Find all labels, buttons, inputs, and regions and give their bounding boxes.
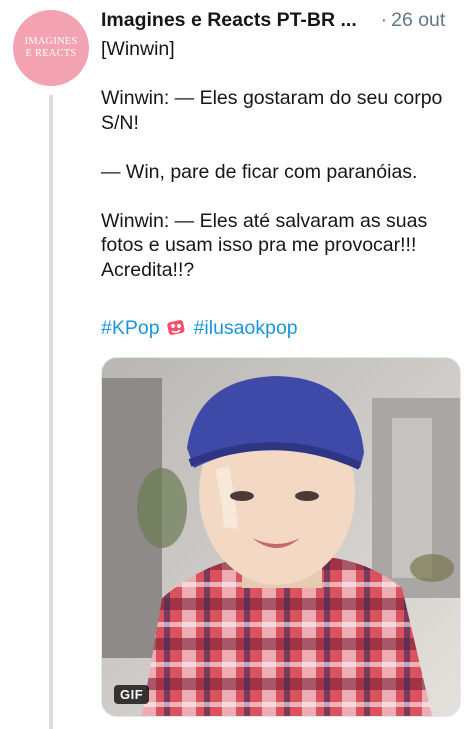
tweet-date[interactable]: 26 out (391, 9, 445, 32)
tweet-line: fotos e usam isso pra me provocar!!! (101, 234, 417, 256)
tweet-line: — Win, pare de ficar com paranóias. (101, 160, 418, 183)
hashtag-row: #KPop #ilusaokpop (101, 316, 298, 340)
tweet-text: [Winwin] Winwin: — Eles gostaram do seu … (101, 37, 469, 282)
author-name[interactable]: Imagines e Reacts PT-BR ... (101, 9, 357, 32)
avatar-text-line1: IMAGINES (24, 36, 78, 47)
thread-line (49, 95, 53, 729)
date-separator: · (380, 10, 388, 31)
tweet-page: IMAGINES E REACTS Imagines e Reacts PT-B… (0, 0, 474, 729)
avatar-text-line2: E REACTS (25, 48, 77, 59)
kpop-hashflag-icon (166, 320, 185, 335)
tweet-line: Winwin: — Eles gostaram do seu corpo (101, 87, 443, 109)
gif-badge: GIF (114, 685, 150, 704)
tweet-header: Imagines e Reacts PT-BR ... · 26 out (101, 9, 471, 31)
tweet-line: Winwin: — Eles até salvaram as suas (101, 209, 428, 232)
gif-media[interactable]: GIF (101, 357, 461, 717)
hashtag-kpop[interactable]: #KPop (101, 316, 160, 340)
tweet-line: Acredita!!? (101, 258, 195, 281)
hashtag-ilusaokpop[interactable]: #ilusaokpop (194, 316, 298, 340)
tweet-line: S/N! (101, 111, 139, 134)
avatar[interactable]: IMAGINES E REACTS (13, 10, 89, 86)
gif-thumbnail (102, 358, 460, 716)
tweet-line: [Winwin] (101, 38, 175, 60)
